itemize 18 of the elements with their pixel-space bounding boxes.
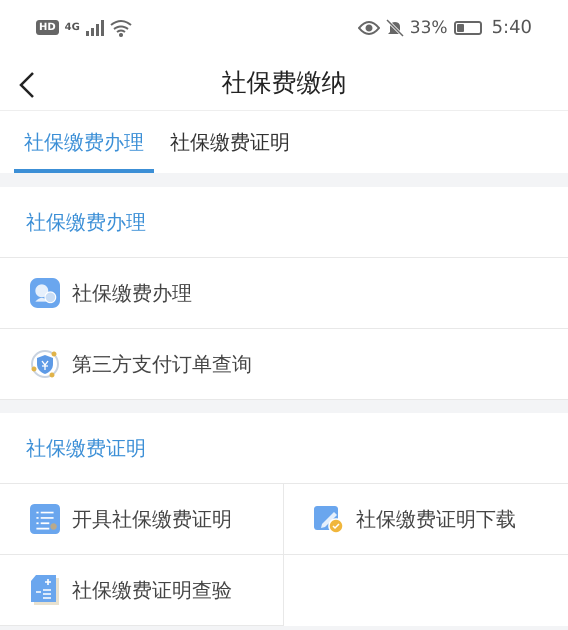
signal-icon [86,20,104,36]
clock-time: 5:40 [492,17,532,38]
tab[interactable]: 社保缴费证明 [160,111,300,173]
shield-icon [30,349,60,379]
chat-icon [30,278,60,308]
page-title: 社保费缴纳 [222,67,346,99]
document-list-icon [30,504,60,534]
battery-percent: 33% [410,18,448,38]
wifi-icon [110,18,132,36]
calculator-document-icon [30,575,60,605]
hd-badge: HD [36,20,59,35]
eye-icon [358,20,380,34]
menu-item[interactable]: 开具社保缴费证明 [0,484,284,555]
network-label: 4G [64,22,80,32]
menu-item[interactable]: 社保缴费证明查验 [0,555,284,626]
edit-check-icon [314,504,344,534]
battery-icon [454,20,482,34]
bell-muted-icon [386,18,404,36]
